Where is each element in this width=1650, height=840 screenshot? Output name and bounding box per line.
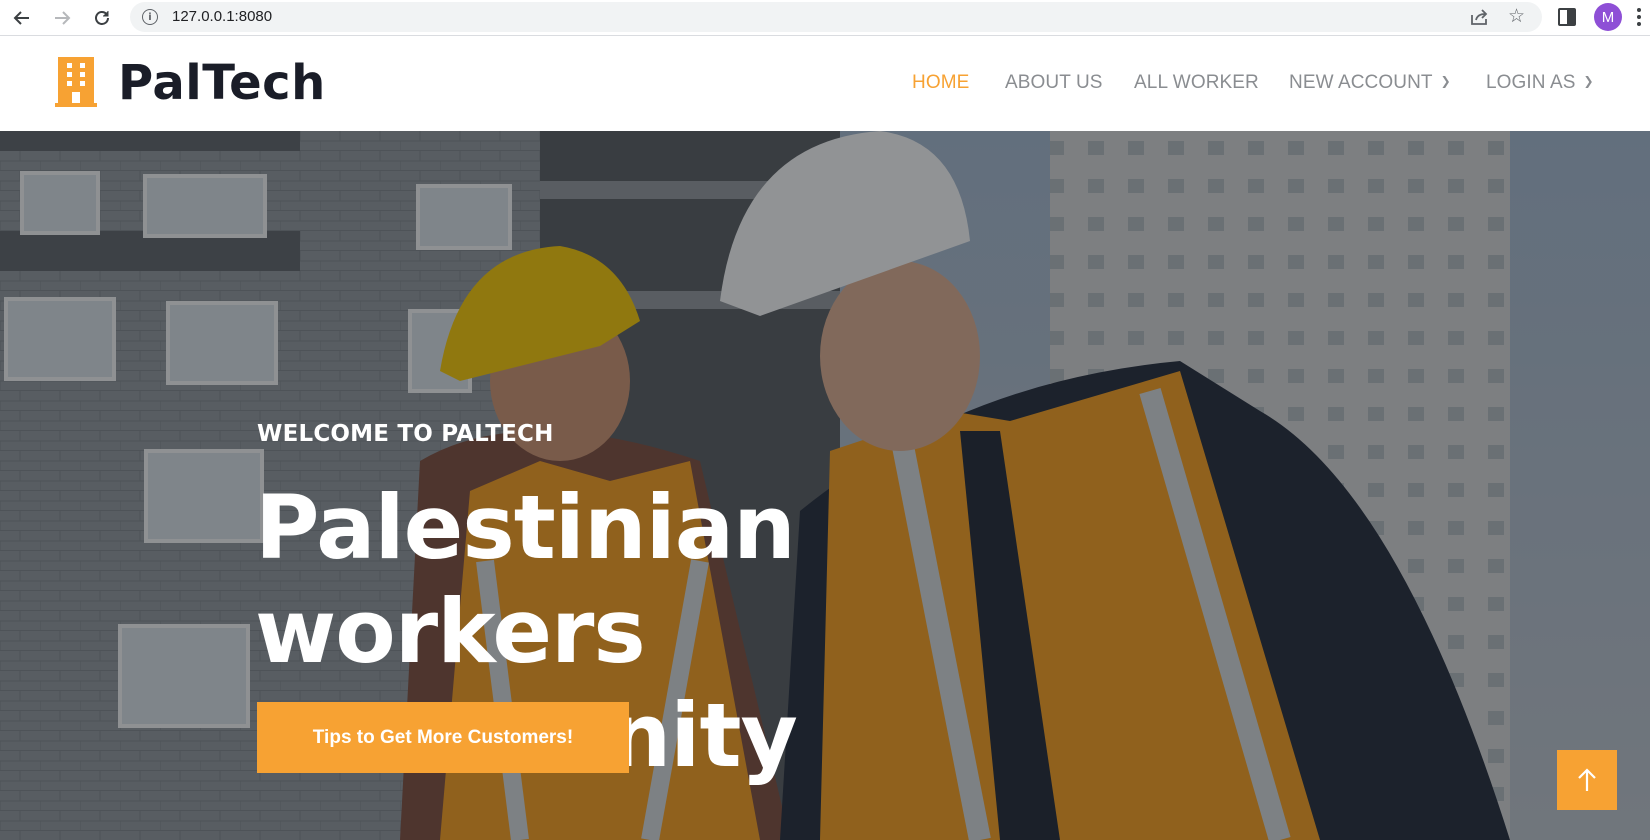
kebab-menu-icon[interactable]	[1632, 4, 1646, 30]
profile-avatar[interactable]: M	[1594, 3, 1622, 31]
info-icon[interactable]: i	[142, 9, 158, 25]
hero-eyebrow: WELCOME TO PALTECH	[257, 421, 554, 447]
main-navigation: HOME ABOUT US ALL WORKER NEW ACCOUNT ❯ LO…	[0, 72, 1650, 96]
nav-login-as[interactable]: LOGIN AS ❯	[1486, 72, 1594, 94]
nav-new-account[interactable]: NEW ACCOUNT ❯	[1289, 72, 1451, 94]
chevron-down-icon: ❯	[1583, 74, 1594, 88]
side-panel-icon[interactable]	[1558, 8, 1576, 26]
nav-login-as-label: LOGIN AS	[1486, 72, 1576, 93]
nav-all-worker[interactable]: ALL WORKER	[1134, 72, 1259, 94]
nav-all-worker-label: ALL WORKER	[1134, 72, 1259, 93]
back-button[interactable]	[8, 4, 36, 32]
browser-toolbar: i 127.0.0.1:8080 ☆ M	[0, 0, 1650, 36]
arrow-left-icon	[13, 11, 29, 25]
arrow-right-icon	[55, 11, 71, 25]
star-icon[interactable]: ☆	[1508, 5, 1525, 27]
address-bar[interactable]: i 127.0.0.1:8080 ☆	[130, 2, 1542, 32]
forward-button[interactable]	[48, 4, 76, 32]
nav-about-us-label: ABOUT US	[1005, 72, 1103, 93]
url-text[interactable]: 127.0.0.1:8080	[172, 8, 272, 25]
reload-icon	[95, 11, 109, 25]
nav-new-account-label: NEW ACCOUNT	[1289, 72, 1433, 93]
scroll-to-top-button[interactable]	[1557, 750, 1617, 810]
reload-button[interactable]	[88, 4, 116, 32]
chevron-down-icon: ❯	[1440, 74, 1451, 88]
nav-home[interactable]: HOME	[912, 72, 969, 94]
hero-section: WELCOME TO PALTECH Palestinian workers c…	[0, 131, 1650, 840]
nav-home-label: HOME	[912, 72, 970, 93]
arrow-up-icon	[1578, 768, 1596, 791]
share-icon[interactable]	[1470, 8, 1490, 26]
tips-cta-button[interactable]: Tips to Get More Customers!	[257, 702, 629, 773]
site-header: PalTech HOME ABOUT US ALL WORKER NEW ACC…	[0, 37, 1650, 131]
nav-about-us[interactable]: ABOUT US	[1005, 72, 1103, 94]
hero-title-line1: Palestinian workers	[255, 476, 796, 683]
